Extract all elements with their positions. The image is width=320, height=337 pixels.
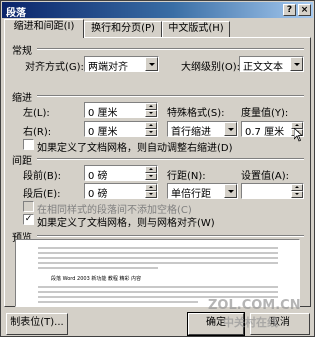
line-spacing-select[interactable]: 单倍行距 bbox=[167, 183, 238, 200]
indent-left-value: 0 厘米 bbox=[88, 108, 118, 119]
special-indent-value: 首行缩进 bbox=[171, 127, 211, 138]
mouse-cursor-icon bbox=[294, 128, 302, 142]
spacing-before-value: 0 磅 bbox=[88, 171, 108, 182]
line-spacing-label: 行距(N): bbox=[167, 171, 206, 182]
spacing-after-spinner[interactable]: 0 磅 bbox=[84, 183, 158, 200]
close-button[interactable]: × bbox=[298, 4, 311, 16]
indent-by-value: 0.7 厘米 bbox=[245, 127, 285, 138]
chevron-down-icon[interactable] bbox=[290, 57, 303, 71]
spacing-separator bbox=[37, 158, 304, 160]
spin-up-icon[interactable] bbox=[145, 184, 157, 191]
indent-right-value: 0 厘米 bbox=[88, 127, 118, 138]
special-indent-select[interactable]: 首行缩进 bbox=[167, 121, 238, 138]
indent-right-label: 右(R): bbox=[23, 127, 52, 138]
title-bar: 段落 ? × bbox=[2, 2, 313, 19]
line-spacing-value: 单倍行距 bbox=[171, 189, 211, 200]
indent-heading: 缩进 bbox=[12, 93, 32, 104]
watermark-subtitle: 中关村在线 bbox=[223, 316, 278, 329]
tab-stops-button[interactable]: 制表位(T)... bbox=[6, 313, 68, 335]
alignment-value: 两端对齐 bbox=[88, 62, 128, 73]
spin-down-icon[interactable] bbox=[291, 191, 303, 198]
indent-left-label: 左(L): bbox=[23, 108, 50, 119]
dialog-title: 段落 bbox=[6, 8, 26, 19]
tab-asian-typography[interactable]: 中文版式(H) bbox=[162, 21, 230, 37]
outline-level-select[interactable]: 正文文本 bbox=[239, 56, 304, 73]
paragraph-dialog: 段落 ? × 缩进和间距(I) 换行和分页(P) 中文版式(H) 常规 对齐方式… bbox=[0, 0, 315, 337]
preview-line bbox=[38, 247, 278, 249]
spacing-before-spinner[interactable]: 0 磅 bbox=[84, 165, 158, 182]
preview-line bbox=[38, 267, 158, 269]
preview-line bbox=[38, 262, 278, 264]
spacing-after-value: 0 磅 bbox=[88, 189, 108, 200]
alignment-select[interactable]: 两端对齐 bbox=[84, 56, 159, 73]
spin-up-icon[interactable] bbox=[145, 166, 157, 173]
tab-line-page-breaks[interactable]: 换行和分页(P) bbox=[84, 21, 162, 37]
preview-sample-text: 段落 Word 2003 新功能 教程 精彩 内容 bbox=[51, 276, 142, 282]
line-spacing-at-spinner[interactable] bbox=[241, 183, 304, 199]
spacing-after-label: 段后(E): bbox=[23, 189, 61, 200]
indent-right-spinner[interactable]: 0 厘米 bbox=[84, 121, 158, 138]
spacing-before-label: 段前(B): bbox=[23, 171, 62, 182]
checkmark-icon: ✓ bbox=[24, 214, 33, 224]
watermark-logo: ZOL.COM.CN bbox=[208, 298, 301, 313]
indent-by-label: 度量值(Y): bbox=[241, 108, 289, 119]
auto-adjust-indent-checkbox[interactable] bbox=[23, 139, 34, 150]
spacing-heading: 间距 bbox=[12, 156, 32, 167]
chevron-down-icon[interactable] bbox=[145, 57, 158, 71]
outline-level-value: 正文文本 bbox=[243, 62, 283, 73]
spin-up-icon[interactable] bbox=[145, 103, 157, 110]
spin-down-icon[interactable] bbox=[145, 173, 157, 180]
help-button[interactable]: ? bbox=[283, 4, 296, 16]
preview-line bbox=[38, 252, 278, 254]
general-heading: 常规 bbox=[12, 46, 32, 57]
indent-left-spinner[interactable]: 0 厘米 bbox=[84, 102, 158, 119]
chevron-down-icon[interactable] bbox=[224, 122, 237, 136]
no-space-same-style-checkbox[interactable] bbox=[23, 201, 34, 212]
preview-pane: 段落 Word 2003 新功能 教程 精彩 内容 bbox=[15, 239, 300, 307]
preview-line bbox=[38, 291, 278, 293]
spin-down-icon[interactable] bbox=[145, 129, 157, 136]
alignment-label: 对齐方式(G): bbox=[25, 62, 84, 73]
tab-indent-spacing[interactable]: 缩进和间距(I) bbox=[4, 19, 84, 38]
spin-up-icon[interactable] bbox=[291, 184, 303, 191]
indent-separator bbox=[37, 95, 304, 97]
outline-level-label: 大纲级别(O): bbox=[181, 62, 241, 73]
preview-line bbox=[38, 286, 278, 288]
auto-adjust-indent-label: 如果定义了文档网格，则自动调整右缩进(D) bbox=[37, 143, 233, 154]
spin-down-icon[interactable] bbox=[145, 191, 157, 198]
preview-line bbox=[38, 301, 198, 303]
general-separator bbox=[37, 48, 304, 50]
spin-down-icon[interactable] bbox=[145, 110, 157, 117]
chevron-down-icon[interactable] bbox=[224, 184, 237, 198]
snap-to-grid-label: 如果定义了文档网格，则与网格对齐(W) bbox=[37, 218, 215, 229]
preview-separator bbox=[37, 235, 304, 237]
preview-line bbox=[38, 257, 278, 259]
snap-to-grid-checkbox[interactable]: ✓ bbox=[23, 214, 34, 225]
spin-up-icon[interactable] bbox=[145, 122, 157, 129]
line-spacing-at-label: 设置值(A): bbox=[241, 171, 290, 182]
special-indent-label: 特殊格式(S): bbox=[167, 108, 225, 119]
